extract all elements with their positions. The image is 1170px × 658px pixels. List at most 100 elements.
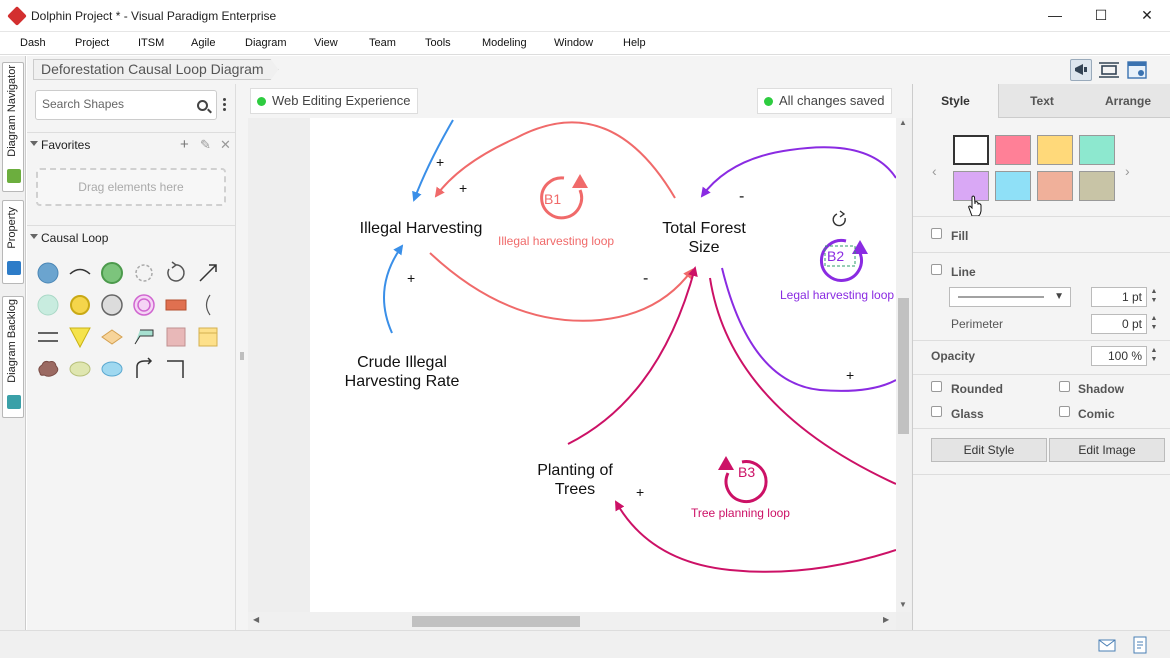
shape-loop-arrow[interactable] (163, 260, 189, 286)
shape-red-rectangle[interactable] (163, 292, 189, 318)
layout-icon[interactable] (1126, 59, 1148, 81)
fill-checkbox[interactable] (931, 228, 942, 239)
panel-splitter[interactable] (236, 84, 248, 630)
scroll-right-icon[interactable]: ▶ (883, 615, 889, 624)
shape-light-green-circle[interactable] (35, 292, 61, 318)
line-style-select[interactable]: ▼ (949, 287, 1071, 307)
glass-checkbox[interactable] (931, 406, 942, 417)
shape-olive-ellipse[interactable] (67, 356, 93, 382)
shape-diamond[interactable] (99, 324, 125, 350)
shape-cloud[interactable] (35, 356, 61, 382)
scroll-up-icon[interactable]: ▲ (899, 118, 907, 127)
color-swatch-yellow[interactable] (1037, 135, 1073, 165)
node-total-forest-size[interactable]: Total Forest Size (648, 219, 760, 257)
shape-variable-blue-circle[interactable] (35, 260, 61, 286)
edit-image-button[interactable]: Edit Image (1049, 438, 1165, 462)
link-forest-to-planting[interactable] (709, 277, 896, 485)
menu-help[interactable]: Help (623, 37, 646, 49)
line-width-stepper[interactable]: ▲ ▼ (1149, 287, 1159, 307)
chevron-left-icon[interactable]: ‹ (932, 163, 937, 179)
scroll-left-icon[interactable]: ◀ (253, 615, 259, 624)
shadow-checkbox[interactable] (1059, 381, 1070, 392)
shape-yellow-circle[interactable] (67, 292, 93, 318)
color-swatch-salmon[interactable] (1037, 171, 1073, 201)
breadcrumb[interactable]: Deforestation Causal Loop Diagram (33, 59, 279, 80)
edit-style-button[interactable]: Edit Style (931, 438, 1047, 462)
shape-lines[interactable] (35, 324, 61, 350)
color-swatch-sky[interactable] (995, 171, 1031, 201)
node-planting-of-trees[interactable]: Planting of Trees (530, 461, 620, 499)
announcement-icon[interactable] (1070, 59, 1092, 81)
diagram-paper[interactable]: Illegal Harvesting Total Forest Size Cru… (310, 118, 896, 612)
horizontal-scroll-thumb[interactable] (412, 616, 580, 627)
document-icon[interactable] (1132, 636, 1148, 654)
shape-loop-dotted[interactable] (131, 260, 157, 286)
minimize-button[interactable]: — (1032, 0, 1078, 32)
vertical-scrollbar[interactable]: ▲ ▼ (896, 118, 911, 612)
shape-variable-green-circle[interactable] (99, 260, 125, 286)
shape-pink-square[interactable] (163, 324, 189, 350)
comic-checkbox[interactable] (1059, 406, 1070, 417)
link-forest-to-illegal-harvesting[interactable] (434, 121, 676, 199)
link-top-to-illegal-harvesting[interactable] (412, 119, 454, 202)
favorites-header[interactable]: Favorites + ✎ ✕ (27, 132, 235, 156)
menu-window[interactable]: Window (554, 37, 593, 49)
tab-diagram-backlog[interactable]: Diagram Backlog (2, 296, 24, 418)
loop-b3-label[interactable]: Tree planning loop (691, 506, 790, 520)
color-swatch-mint[interactable] (1079, 135, 1115, 165)
tab-property[interactable]: Property (2, 200, 24, 284)
search-icon[interactable] (197, 100, 208, 111)
color-swatch-white[interactable] (953, 135, 989, 165)
scroll-down-icon[interactable]: ▼ (899, 600, 907, 609)
shape-gray-circle[interactable] (99, 292, 125, 318)
menu-itsm[interactable]: ITSM (138, 37, 164, 49)
node-illegal-harvesting[interactable]: Illegal Harvesting (358, 219, 484, 238)
menu-project[interactable]: Project (75, 37, 109, 49)
link-planting-to-forest[interactable] (567, 266, 698, 445)
shape-straight-arrow[interactable] (195, 260, 221, 286)
shape-curved-link[interactable] (67, 260, 93, 286)
shape-bracket[interactable] (195, 292, 221, 318)
shape-blue-ellipse[interactable] (99, 356, 125, 382)
shape-curved-corner-arrow[interactable] (131, 356, 157, 382)
search-input[interactable] (42, 97, 192, 111)
rotate-handle-icon[interactable] (832, 210, 846, 227)
mail-icon[interactable] (1098, 639, 1116, 652)
menu-modeling[interactable]: Modeling (482, 37, 527, 49)
color-swatch-pink[interactable] (995, 135, 1031, 165)
link-illegal-harvesting-to-forest[interactable] (429, 252, 694, 322)
remove-icon[interactable]: ✕ (220, 137, 231, 153)
shape-corner-connector[interactable] (163, 356, 189, 382)
vertical-scroll-thumb[interactable] (898, 298, 909, 434)
web-editing-indicator[interactable]: Web Editing Experience (250, 88, 418, 114)
menu-agile[interactable]: Agile (191, 37, 215, 49)
link-legal-to-forest[interactable] (700, 146, 896, 198)
menu-tools[interactable]: Tools (425, 37, 451, 49)
perimeter-stepper[interactable]: ▲ ▼ (1149, 314, 1159, 334)
causal-loop-header[interactable]: Causal Loop (27, 225, 235, 249)
menu-diagram[interactable]: Diagram (245, 37, 287, 49)
opacity-stepper[interactable]: ▲ ▼ (1149, 346, 1159, 366)
more-options-icon[interactable] (223, 98, 227, 114)
chevron-right-icon[interactable]: › (1125, 163, 1130, 179)
tab-style[interactable]: Style (913, 84, 999, 118)
menu-team[interactable]: Team (369, 37, 396, 49)
shape-note[interactable] (195, 324, 221, 350)
link-crude-rate-to-illegal-harvesting[interactable] (383, 244, 404, 334)
perimeter-field[interactable]: 0 pt (1091, 314, 1147, 334)
loop-b2-label[interactable]: Legal harvesting loop (780, 288, 894, 302)
maximize-button[interactable]: ☐ (1078, 0, 1124, 32)
color-swatch-olive[interactable] (1079, 171, 1115, 201)
close-button[interactable]: ✕ (1124, 0, 1170, 32)
menu-dash[interactable]: Dash (20, 37, 46, 49)
tab-diagram-navigator[interactable]: Diagram Navigator (2, 62, 24, 192)
rounded-checkbox[interactable] (931, 381, 942, 392)
add-icon[interactable]: + (180, 136, 189, 153)
line-width-field[interactable]: 1 pt (1091, 287, 1147, 307)
tab-arrange[interactable]: Arrange (1085, 84, 1170, 118)
node-crude-illegal-harvesting-rate[interactable]: Crude Illegal Harvesting Rate (340, 353, 464, 391)
edit-icon[interactable]: ✎ (200, 137, 211, 153)
shape-yellow-triangle[interactable] (67, 324, 93, 350)
fit-to-screen-icon[interactable] (1098, 59, 1120, 81)
shape-flag[interactable] (131, 324, 157, 350)
